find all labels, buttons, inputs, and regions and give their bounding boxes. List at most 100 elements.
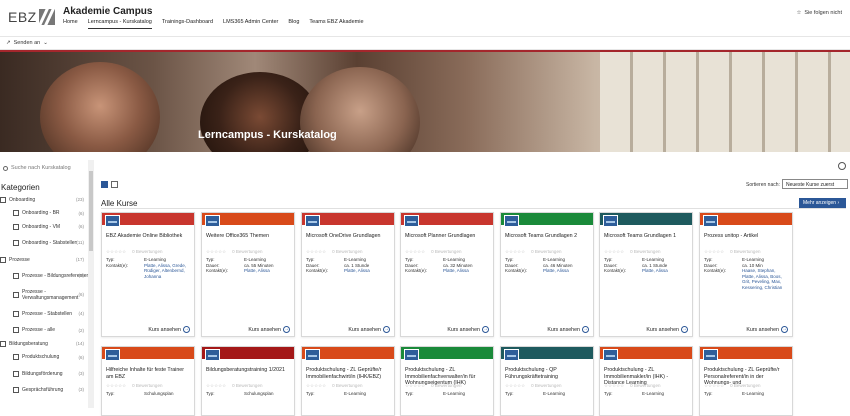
- site-title[interactable]: Akademie Campus: [63, 6, 152, 17]
- contact-value[interactable]: Platte, Alissa: [642, 268, 688, 274]
- send-to-button[interactable]: Senden an: [14, 40, 41, 46]
- course-card[interactable]: Microsoft OneDrive Grundlagen ☆☆☆☆☆ 0 Bewe…: [301, 212, 395, 337]
- catalog-search[interactable]: Suche nach Kurskatalog: [3, 165, 71, 171]
- nav-blog[interactable]: Blog: [288, 19, 299, 29]
- checkbox[interactable]: [0, 340, 6, 347]
- checkbox[interactable]: [13, 210, 19, 217]
- type-value: Schulungsplan: [144, 391, 174, 396]
- course-card[interactable]: EBZ Akademie Online Bibliothek ☆☆☆☆☆ 0 Bew…: [101, 212, 195, 337]
- search-icon: [3, 165, 8, 171]
- course-card[interactable]: Produktschulung - ZL Geprüfte/r Immobili…: [301, 346, 395, 416]
- course-card[interactable]: Produktschulung - ZL Geprüfte/r Personal…: [699, 346, 793, 416]
- course-title[interactable]: Weitere Office365 Themen: [202, 225, 294, 249]
- card-color-bar: [102, 213, 194, 227]
- category-item[interactable]: Bildungsförderung (3): [0, 364, 92, 383]
- contact-value[interactable]: Platte, Alissa: [443, 268, 489, 274]
- course-title[interactable]: Produktschulung - ZL Geprüfte/r Immobili…: [302, 359, 394, 383]
- course-title[interactable]: Hilfreiche Inhalte für feste Trainer am …: [102, 359, 194, 383]
- checkbox[interactable]: [13, 223, 19, 230]
- view-course-link[interactable]: Kurs ansehen →: [746, 326, 788, 333]
- checkbox[interactable]: [13, 354, 19, 361]
- rating: ☆☆☆☆☆ 0 Bewertungen: [202, 383, 294, 391]
- rating-count: 0 Bewertungen: [132, 249, 163, 254]
- view-course-link[interactable]: Kurs ansehen →: [248, 326, 290, 333]
- rating: ☆☆☆☆☆ 0 Bewertungen: [302, 383, 394, 391]
- category-item[interactable]: Prozesse - Verwaltungsmanagement (6): [0, 285, 92, 304]
- contact-value[interactable]: Platte, Alissa: [244, 268, 290, 274]
- course-title[interactable]: EBZ Akademie Online Bibliothek: [102, 225, 194, 249]
- course-title[interactable]: Microsoft Planner Grundlagen: [401, 225, 493, 249]
- arrow-right-icon: →: [183, 326, 190, 333]
- contact-value[interactable]: Haase, Stephan, Platte, Alissa, Boos, Gr…: [742, 268, 788, 290]
- ebz-logo[interactable]: EBZ: [8, 8, 56, 26]
- course-card[interactable]: Hilfreiche Inhalte für feste Trainer am …: [101, 346, 195, 416]
- nav-home[interactable]: Home: [63, 19, 78, 29]
- course-title[interactable]: Microsoft OneDrive Grundlagen: [302, 225, 394, 249]
- checkbox[interactable]: [0, 256, 6, 263]
- course-title[interactable]: Prozess unitop - Artikel: [700, 225, 792, 249]
- nav-admin-center[interactable]: LMS365 Admin Center: [223, 19, 278, 29]
- course-card[interactable]: Produktschulung - ZL Immobilienmakler/in…: [599, 346, 693, 416]
- course-title[interactable]: Produktschulung - ZL Immobilienmakler/in…: [600, 359, 692, 386]
- grid-view-icon[interactable]: [101, 181, 108, 188]
- view-course-link[interactable]: Kurs ansehen →: [447, 326, 489, 333]
- view-course-link[interactable]: Kurs ansehen →: [646, 326, 688, 333]
- course-title[interactable]: Microsoft Teams Grundlagen 1: [600, 225, 692, 249]
- course-thumbnail: [105, 349, 120, 361]
- course-card[interactable]: Produktschulung - QP Führungskräftetrain…: [500, 346, 594, 416]
- checkbox[interactable]: [13, 386, 19, 393]
- view-course-link[interactable]: Kurs ansehen →: [348, 326, 390, 333]
- category-item[interactable]: Bildungsberatung (14): [0, 337, 92, 351]
- category-item[interactable]: Onboarding - Stabstellen (11): [0, 234, 92, 253]
- star-rating-icon: ☆☆☆☆☆: [106, 249, 127, 254]
- category-item[interactable]: Onboarding (23): [0, 193, 92, 207]
- view-course-link[interactable]: Kurs ansehen →: [547, 326, 589, 333]
- contact-value[interactable]: Platte, Alissa, Grede, Rüdiger, Altenber…: [144, 263, 190, 280]
- view-course-link[interactable]: Kurs ansehen →: [148, 326, 190, 333]
- category-item[interactable]: Prozesse - alle (2): [0, 323, 92, 337]
- course-card[interactable]: Produktschulung - ZL Immobilienfachverwa…: [400, 346, 494, 416]
- course-title[interactable]: Bildungsberatungstraining 1/2021: [202, 359, 294, 383]
- category-item[interactable]: Onboarding - BR (6): [0, 207, 92, 221]
- nav-teams[interactable]: Teams EBZ Akademie: [309, 19, 363, 29]
- checkbox[interactable]: [13, 327, 19, 334]
- nav-kurskatalog[interactable]: Lerncampus - Kurskatalog: [87, 19, 152, 29]
- contact-label: Kontakt(e):: [306, 268, 329, 274]
- course-title[interactable]: Produktschulung - QP Führungskräftetrain…: [501, 359, 593, 383]
- category-item[interactable]: Prozesse (17): [0, 253, 92, 267]
- checkbox[interactable]: [13, 240, 19, 247]
- gear-icon[interactable]: [838, 162, 846, 170]
- contact-value[interactable]: Platte, Alissa: [344, 268, 390, 274]
- checkbox[interactable]: [13, 310, 19, 317]
- nav-trainings-dashboard[interactable]: Trainings-Dashboard: [162, 19, 213, 29]
- course-card[interactable]: Bildungsberatungstraining 1/2021 ☆☆☆☆☆ 0 B…: [201, 346, 295, 416]
- sidebar-scroll-thumb[interactable]: [89, 171, 93, 251]
- sort-select[interactable]: Neueste Kurse zuerst: [782, 179, 848, 189]
- course-title[interactable]: Microsoft Teams Grundlagen 2: [501, 225, 593, 249]
- checkbox[interactable]: [13, 370, 19, 377]
- category-item[interactable]: Gesprächsführung (3): [0, 383, 92, 397]
- category-item[interactable]: Prozesse - Stabstellen (4): [0, 304, 92, 323]
- category-label: Onboarding - VM: [22, 223, 61, 230]
- checkbox[interactable]: [0, 196, 6, 203]
- list-view-icon[interactable]: [111, 181, 118, 188]
- course-card[interactable]: Microsoft Teams Grundlagen 2 ☆☆☆☆☆ 0 Bewer…: [500, 212, 594, 337]
- course-meta: Typ: Schulungsplan: [202, 391, 294, 397]
- follow-button[interactable]: ☆ Sie folgen nicht: [796, 10, 842, 16]
- arrow-right-icon: →: [383, 326, 390, 333]
- checkbox[interactable]: [13, 291, 19, 298]
- course-title[interactable]: Produktschulung - ZL Geprüfte/r Personal…: [700, 359, 792, 386]
- category-item[interactable]: Produktschulung (6): [0, 351, 92, 365]
- course-card[interactable]: Prozess unitop - Artikel ☆☆☆☆☆ 0 Bewertung…: [699, 212, 793, 337]
- course-card[interactable]: Weitere Office365 Themen ☆☆☆☆☆ 0 Bewertung…: [201, 212, 295, 337]
- contact-value[interactable]: Platte, Alissa: [543, 268, 589, 274]
- more-button[interactable]: Mehr anzeigen ›: [799, 198, 846, 208]
- course-title[interactable]: Produktschulung - ZL Immobilienfachverwa…: [401, 359, 493, 386]
- rating-count: 0 Bewertungen: [730, 249, 761, 254]
- course-card[interactable]: Microsoft Teams Grundlagen 1 ☆☆☆☆☆ 0 Bewer…: [599, 212, 693, 337]
- category-item[interactable]: Onboarding - VM (6): [0, 220, 92, 234]
- course-card[interactable]: Microsoft Planner Grundlagen ☆☆☆☆☆ 0 Bewer…: [400, 212, 494, 337]
- category-item[interactable]: Prozesse - Bildungsreferenten (5): [0, 266, 92, 285]
- checkbox[interactable]: [13, 272, 19, 279]
- search-input[interactable]: Suche nach Kurskatalog: [11, 165, 71, 171]
